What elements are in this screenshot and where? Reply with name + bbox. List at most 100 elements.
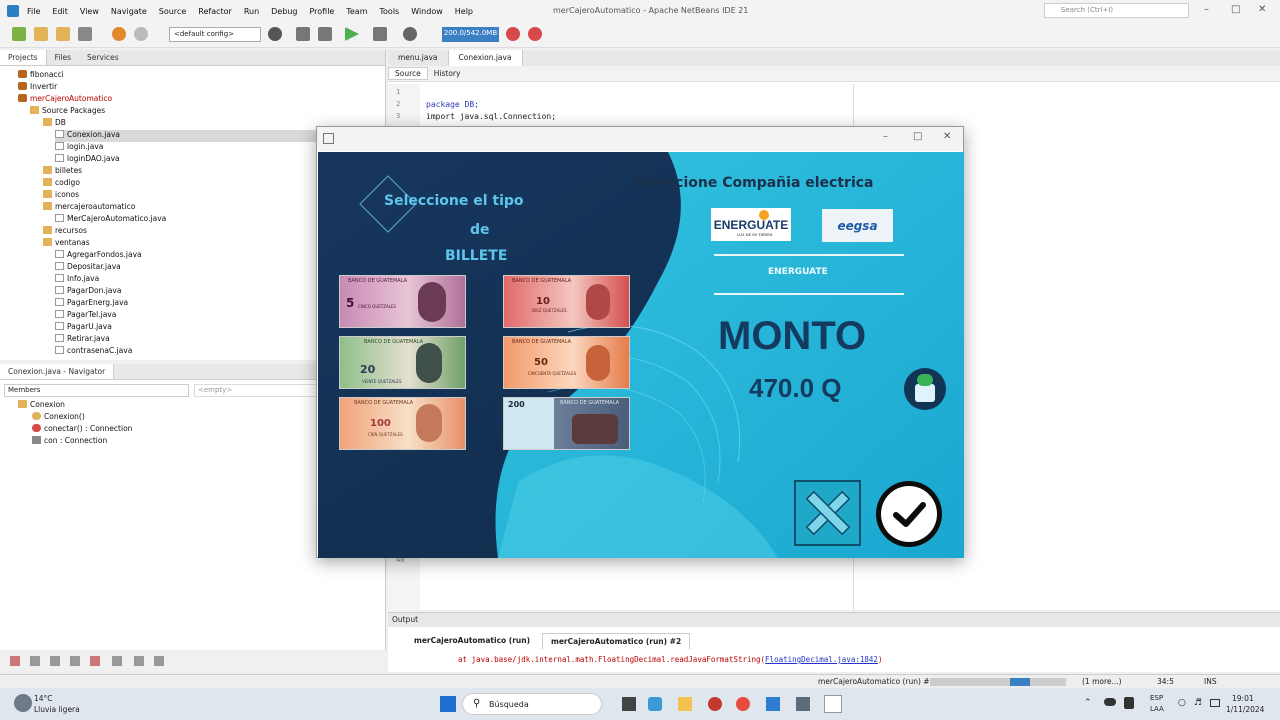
weather-icon[interactable]	[14, 694, 32, 712]
bluetooth-icon[interactable]	[1124, 697, 1134, 709]
lang-2[interactable]: LAA	[1150, 705, 1164, 713]
menu-view[interactable]: View	[80, 7, 99, 16]
vscode-icon[interactable]	[766, 697, 780, 711]
tab-files[interactable]: Files	[47, 50, 79, 65]
memory-indicator[interactable]: 200.0/542.0MB	[442, 27, 499, 42]
menu-edit[interactable]: Edit	[52, 7, 68, 16]
tab-navigator[interactable]: Conexion.java - Navigator	[0, 364, 115, 379]
tab-projects[interactable]: Projects	[0, 50, 47, 65]
tray-arrow-icon[interactable]: ⌃	[1084, 698, 1092, 708]
menu-navigate[interactable]: Navigate	[111, 7, 147, 16]
bill-20-button[interactable]: BANCO DE GUATEMALA 20 VEINTE QUETZALES	[339, 336, 466, 389]
menu-window[interactable]: Window	[411, 7, 443, 16]
clock-date[interactable]: 1/11/2024	[1226, 705, 1264, 714]
tree-item-db[interactable]: DB	[43, 118, 66, 130]
cancel-button[interactable]	[794, 480, 861, 546]
tab-conexion-java[interactable]: Conexion.java	[448, 50, 523, 66]
sort-icon[interactable]	[154, 656, 164, 666]
bill-5-button[interactable]: BANCO DE GUATEMALA 5 CINCO QUETZALES	[339, 275, 466, 328]
new-project-icon[interactable]	[34, 27, 48, 41]
undo-icon[interactable]	[112, 27, 126, 41]
sort-icon[interactable]	[112, 656, 122, 666]
new-file-icon[interactable]	[12, 27, 26, 41]
tree-item-recursos[interactable]: recursos	[43, 226, 87, 238]
filter-icon[interactable]	[30, 656, 40, 666]
cloud-icon[interactable]	[1104, 698, 1116, 706]
stacktrace-link[interactable]: FloatingDecimal.java:1842	[765, 655, 878, 664]
redo-icon[interactable]	[134, 27, 148, 41]
nav-item-method[interactable]: conectar() : Connection	[32, 424, 132, 436]
close-icon[interactable]: ✕	[1258, 4, 1266, 15]
code-line[interactable]: import java.sql.Connection;	[426, 112, 556, 121]
tree-item-logindao[interactable]: loginDAO.java	[55, 154, 120, 166]
tree-item-invertir[interactable]: Invertir	[18, 82, 57, 94]
tree-item-main-java[interactable]: MerCajeroAutomatico.java	[55, 214, 166, 226]
menu-tools[interactable]: Tools	[380, 7, 400, 16]
tree-item-info[interactable]: Info.java	[55, 274, 99, 286]
gc-icon[interactable]	[506, 27, 520, 41]
bill-50-button[interactable]: BANCO DE GUATEMALA 50 CINCUENTA QUETZALE…	[503, 336, 630, 389]
windows-start-icon[interactable]	[440, 696, 456, 712]
history-view-button[interactable]: History	[428, 68, 467, 79]
filter-icon[interactable]	[10, 656, 20, 666]
menu-debug[interactable]: Debug	[271, 7, 297, 16]
save-all-icon[interactable]	[78, 27, 92, 41]
tab-output-run-2[interactable]: merCajeroAutomatico (run) #2	[542, 633, 691, 649]
profile-ide-icon[interactable]	[528, 27, 542, 41]
sort-icon[interactable]	[134, 656, 144, 666]
menu-team[interactable]: Team	[346, 7, 367, 16]
menu-profile[interactable]: Profile	[309, 7, 334, 16]
clock-time[interactable]: 19:01	[1232, 694, 1254, 703]
app-icon[interactable]	[708, 697, 722, 711]
explorer-icon[interactable]	[678, 697, 692, 711]
clean-build-icon[interactable]	[318, 27, 332, 41]
profile-icon[interactable]	[403, 27, 417, 41]
close-icon[interactable]: ✕	[943, 131, 951, 142]
menu-help[interactable]: Help	[455, 7, 473, 16]
tree-item-pagaru[interactable]: PagarU.java	[55, 322, 112, 334]
tree-item-pagarenerg[interactable]: PagarEnerg.java	[55, 298, 128, 310]
copilot-icon[interactable]	[648, 697, 662, 711]
output-header[interactable]: Output	[388, 613, 1280, 627]
tree-item-fibonacci[interactable]: fibonacci	[18, 70, 64, 82]
menu-run[interactable]: Run	[244, 7, 259, 16]
battery-icon[interactable]	[1210, 699, 1220, 707]
menu-file[interactable]: File	[27, 7, 40, 16]
open-project-icon[interactable]	[56, 27, 70, 41]
source-view-button[interactable]: Source	[388, 67, 428, 80]
menu-refactor[interactable]: Refactor	[198, 7, 232, 16]
bill-100-button[interactable]: BANCO DE GUATEMALA 100 CIEN QUETZALES	[339, 397, 466, 450]
debug-icon[interactable]	[373, 27, 387, 41]
minimize-icon[interactable]: –	[1204, 4, 1209, 15]
menu-source[interactable]: Source	[159, 7, 186, 16]
tree-item-pagardon[interactable]: PagarDon.java	[55, 286, 121, 298]
nav-item-class[interactable]: Conexion	[18, 400, 65, 412]
config-select[interactable]: <default config>	[169, 27, 261, 42]
netbeans-icon[interactable]	[796, 697, 810, 711]
tree-item-source-packages[interactable]: Source Packages	[30, 106, 105, 118]
wifi-icon[interactable]: ○	[1178, 698, 1186, 708]
volume-icon[interactable]: ♬	[1194, 698, 1202, 708]
minimize-icon[interactable]: –	[883, 131, 888, 142]
java-app-icon[interactable]	[824, 695, 842, 713]
confirm-button[interactable]	[876, 481, 942, 547]
code-line[interactable]: package DB;	[426, 100, 479, 109]
taskbar-search[interactable]: ⚲ Búsqueda	[462, 693, 602, 715]
status-more[interactable]: (1 more...)	[1082, 677, 1122, 686]
search-input[interactable]: Search (Ctrl+I)	[1044, 3, 1189, 18]
filter-icon[interactable]	[90, 656, 100, 666]
maximize-icon[interactable]: □	[913, 131, 922, 142]
maximize-icon[interactable]: □	[1231, 4, 1240, 15]
tree-item-depositar[interactable]: Depositar.java	[55, 262, 121, 274]
globe-icon[interactable]	[268, 27, 282, 41]
bill-10-button[interactable]: BANCO DE GUATEMALA 10 DIEZ QUETZALES	[503, 275, 630, 328]
tree-item-billetes[interactable]: billetes	[43, 166, 82, 178]
tree-item-contrasenac[interactable]: contrasenaC.java	[55, 346, 132, 358]
tree-item-pagartel[interactable]: PagarTel.java	[55, 310, 116, 322]
task-view-icon[interactable]	[622, 697, 636, 711]
tree-item-codigo[interactable]: codigo	[43, 178, 80, 190]
build-icon[interactable]	[296, 27, 310, 41]
tree-item-ventanas[interactable]: ventanas	[43, 238, 90, 250]
tab-menu-java[interactable]: menu.java	[388, 50, 449, 66]
tab-output-run[interactable]: merCajeroAutomatico (run)	[406, 633, 538, 649]
